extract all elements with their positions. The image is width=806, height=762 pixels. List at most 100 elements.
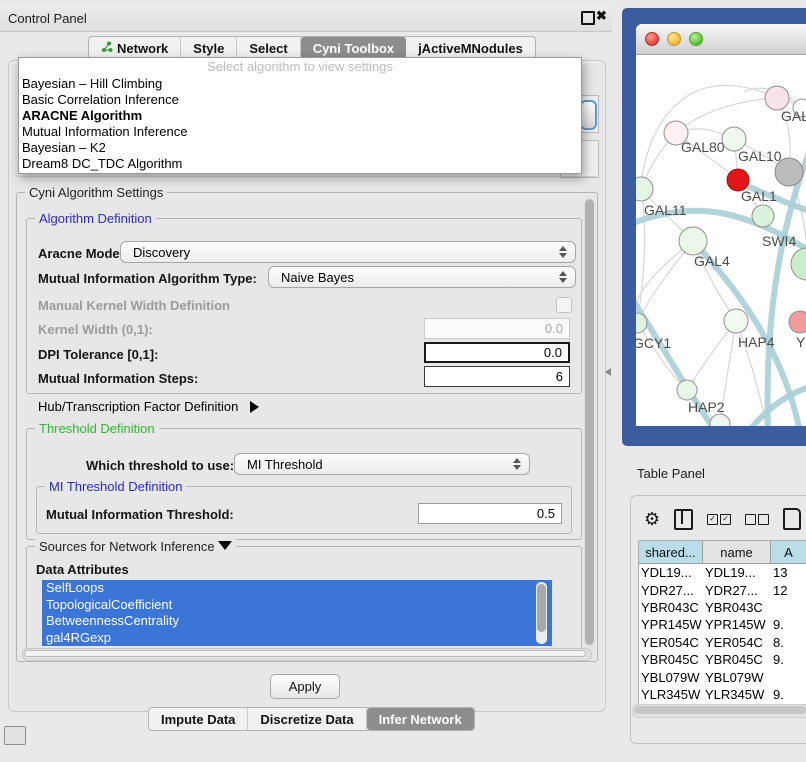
node-label-HAP4: HAP4 [738,334,775,350]
manual-kernel-checkbox[interactable] [556,297,572,313]
table-hscrollbar[interactable] [632,704,806,718]
algorithm-definition-title: Algorithm Definition [35,211,156,226]
node-GAL11[interactable] [636,177,653,201]
close-panel-icon[interactable]: ✖ [596,8,607,24]
node-label-GAL1: GAL1 [741,188,777,204]
table-row[interactable]: YDR27...YDR27...12 [639,581,806,598]
algorithm-item-mutual-information-inference[interactable]: Mutual Information Inference [19,124,581,140]
table-row[interactable]: YER054CYER054C8. [639,634,806,651]
table-row[interactable]: YLR345WYLR345W9. [639,686,806,703]
algorithm-item-basic-correlation-inference[interactable]: Basic Correlation Inference [19,92,581,108]
tab-discretize-data[interactable]: Discretize Data [248,708,366,730]
stepper-icon [513,458,521,470]
which-threshold-combo[interactable]: MI Threshold [234,453,530,475]
algorithm-item-aracne-algorithm[interactable]: ARACNE Algorithm [19,108,581,124]
tab-label: Network [117,41,168,56]
mi-steps-field[interactable]: 6 [424,366,570,387]
node-Y-cut[interactable] [789,311,806,333]
node-SWI4[interactable] [791,248,806,280]
algorithm-dropdown-list: Select algorithm to view settings Bayesi… [18,57,582,174]
algorithm-item-bayesian-k2[interactable]: Bayesian – K2 [19,140,581,156]
node-label-GCY1: GCY1 [636,335,671,351]
table-header-row: shared...nameA [639,541,806,564]
tab-label: jActiveMNodules [418,41,523,56]
table-cell: YLR345W [639,687,703,702]
zoom-window-icon[interactable] [689,32,703,46]
node-GAL4[interactable] [679,227,707,255]
algorithm-item-dream8-dc-tdc-algorithm[interactable]: Dream8 DC_TDC Algorithm [19,156,581,172]
table-cell: YBR045C [639,652,703,667]
tab-network[interactable]: Network [89,37,181,59]
settings-hscrollbar[interactable] [22,648,592,661]
tab-jactivemnodules[interactable]: jActiveMNodules [406,37,535,59]
table-cell: YDL19... [703,565,771,580]
tab-style[interactable]: Style [181,37,237,59]
sources-title[interactable]: Sources for Network Inference [35,539,236,554]
table-cell: YLR345W [703,687,771,702]
tab-impute-data[interactable]: Impute Data [149,708,248,730]
columns-icon[interactable] [674,509,693,530]
bottom-tabs: Impute DataDiscretize Data Infer Network [148,707,475,731]
algorithm-item-bayesian-hill-climbing[interactable]: Bayesian – Hill Climbing [19,76,581,92]
table-hscrollbar-thumb[interactable] [634,706,806,714]
gear-icon[interactable]: ⚙ [644,510,660,528]
unchecked-pair-icon[interactable] [745,514,769,525]
panel-corner-icon[interactable] [4,726,26,745]
dpi-tolerance-label: DPI Tolerance [0,1]: [38,347,158,362]
network-window-titlebar[interactable] [636,24,806,55]
mi-type-combo[interactable]: Naive Bayes [268,266,576,288]
node-table: shared...nameA YDL19...YDL19...13YDR27..… [638,540,806,705]
threshold-definition-title: Threshold Definition [35,421,159,436]
data-attributes-list: SelfLoopsTopologicalCoefficientBetweenne… [42,580,552,646]
table-cell: YPR145W [703,617,771,632]
close-window-icon[interactable] [645,32,659,46]
table-row[interactable]: YBR043CYBR043C [639,599,806,616]
table-cell: 9. [771,687,806,702]
aracne-mode-combo[interactable]: Discovery [120,241,576,263]
node-HAP2[interactable] [677,380,697,400]
table-row[interactable]: YPR145WYPR145W9. [639,616,806,633]
attribute-item-topologicalcoefficient[interactable]: TopologicalCoefficient [42,597,552,614]
checked-pair-icon[interactable]: ✓✓ [707,514,731,525]
float-panel-icon[interactable] [581,11,595,25]
hidden-combo-spinner [580,100,597,130]
table-row[interactable]: YDL19...YDL19...13 [639,564,806,581]
network-canvas[interactable]: GALGAL80GAL10GAL11GAL1SWI4GAL4GCY1HAP4YH… [636,54,806,426]
tab-select[interactable]: Select [237,37,300,59]
settings-hscrollbar-thumb[interactable] [24,650,586,657]
apply-button[interactable]: Apply [270,674,340,699]
network-edge [687,321,736,390]
hub-definition-toggle[interactable]: Hub/Transcription Factor Definition [38,399,259,414]
attribute-item-gal4rgexp[interactable]: gal4RGexp [42,630,552,647]
node-gal-cut[interactable] [765,86,789,110]
tab-cyni-toolbox[interactable]: Cyni Toolbox [301,37,406,59]
column-header-name[interactable]: name [703,541,771,563]
attributes-vscrollbar-thumb[interactable] [537,584,546,632]
divider-collapse-icon[interactable] [605,368,611,376]
page-icon[interactable] [783,508,801,530]
node-GAL1[interactable] [752,205,774,227]
node-label-Y-cut: Y [796,334,806,350]
tab-infer-network[interactable]: Infer Network [367,708,474,730]
tab-label: Infer Network [379,712,462,727]
kernel-width-field[interactable]: 0.0 [424,318,570,339]
settings-vscrollbar-thumb[interactable] [585,199,594,645]
node-bottom-node[interactable] [710,414,730,426]
minimize-window-icon[interactable] [667,32,681,46]
column-header-shared[interactable]: shared... [639,541,703,563]
mi-threshold-field[interactable]: 0.5 [418,503,562,524]
node-HAP4[interactable] [724,309,748,333]
manual-kernel-label: Manual Kernel Width Definition [38,298,230,313]
attributes-vscrollbar[interactable] [536,582,547,644]
settings-vscrollbar[interactable] [584,196,595,656]
attribute-item-selfloops[interactable]: SelfLoops [42,580,552,597]
node-gray-node[interactable] [775,158,803,186]
hub-definition-label: Hub/Transcription Factor Definition [38,399,238,414]
column-header-a[interactable]: A [771,541,806,563]
node-label-gal-cut: GAL [781,108,806,124]
table-row[interactable]: YBR045CYBR045C9. [639,651,806,668]
table-row[interactable]: YBL079WYBL079W [639,668,806,685]
algorithm-items: Bayesian – Hill ClimbingBasic Correlatio… [19,76,581,172]
attribute-item-betweennesscentrality[interactable]: BetweennessCentrality [42,613,552,630]
dpi-tolerance-field[interactable]: 0.0 [424,342,570,363]
